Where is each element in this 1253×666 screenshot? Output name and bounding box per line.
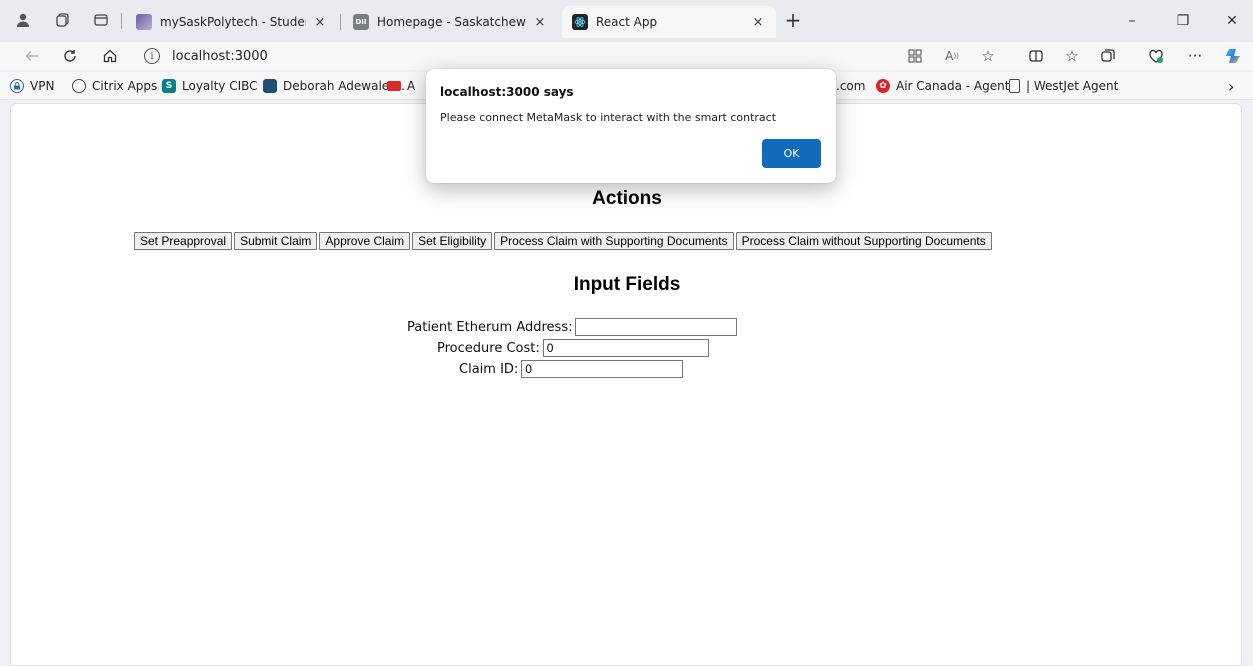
bookmark-label: Loyalty CIBC [182,79,258,93]
page-icon [1009,79,1020,93]
bookmark-label: Air Canada - Agent [896,79,1010,93]
restore-button[interactable]: ❐ [1163,8,1203,34]
bookmark-westjet[interactable]: | WestJet Agent [1009,76,1118,96]
collections-icon[interactable] [1096,44,1120,68]
tab-actions-icon[interactable] [90,9,112,31]
input-fields-heading: Input Fields [573,274,681,295]
procedure-cost-input[interactable]: 0 [542,339,709,357]
claim-id-row: Claim ID: 0 [459,360,684,378]
url-text: localhost:3000 [172,48,268,64]
sharepoint-icon: S [162,79,176,93]
procedure-cost-row: Procedure Cost: 0 [437,339,709,357]
address-bar[interactable]: i localhost:3000 [138,44,1008,68]
more-options-icon[interactable]: ··· [1183,44,1207,68]
bookmark-citrix-apps[interactable]: Citrix Apps [72,76,157,96]
lock-icon [10,79,24,93]
read-aloud-icon[interactable]: A)) [940,44,964,68]
tab-mysaskpolytech[interactable]: mySaskPolytech - Student × [126,6,338,38]
bookmark-label: .com [836,79,866,93]
patient-address-label: Patient Etherum Address: [407,319,573,335]
app-available-icon[interactable] [903,44,927,68]
d2l-favicon-icon: DII [353,14,369,30]
actions-heading: Actions [592,188,662,209]
bookmark-loyalty-cibc[interactable]: S Loyalty CIBC [162,76,258,96]
process-claim-with-docs-button[interactable]: Process Claim with Supporting Documents [494,232,734,250]
profile-icon[interactable] [12,9,34,31]
dialog-title: localhost:3000 says [440,85,574,99]
air-canada-icon: ✿ [876,79,890,93]
dialog-message: Please connect MetaMask to interact with… [440,111,777,124]
patient-address-input[interactable] [575,318,738,336]
tab-label: Homepage - Saskatchewan Polyt [377,15,526,29]
react-favicon-icon [572,14,588,30]
bookmark-com[interactable]: .com [836,76,865,96]
web-page: He Actions Set Preapproval Submit Claim … [10,103,1242,666]
tab-label: React App [596,15,658,29]
tab-label: mySaskPolytech - Student [160,15,306,29]
refresh-icon[interactable] [58,44,82,68]
tab-saskpolytech-homepage[interactable]: DII Homepage - Saskatchewan Polyt × [343,6,558,38]
address-toolbar: i localhost:3000 A)) ☆ ☆ ··· [0,42,1253,70]
favorites-icon[interactable]: ☆ [1060,44,1084,68]
bookmark-favicon-icon [387,81,401,91]
patient-address-row: Patient Etherum Address: [407,318,738,336]
browser-essentials-icon[interactable] [1144,44,1168,68]
bookmark-vpn[interactable]: VPN [10,76,54,96]
procedure-cost-label: Procedure Cost: [437,340,540,356]
ok-button[interactable]: OK [762,139,821,168]
new-tab-button[interactable]: + [780,8,806,34]
bookmark-label: Citrix Apps [92,79,158,93]
split-screen-icon[interactable] [1024,44,1048,68]
tab-strip: mySaskPolytech - Student × DII Homepage … [0,0,1253,42]
set-eligibility-button[interactable]: Set Eligibility [412,232,493,250]
set-preapproval-button[interactable]: Set Preapproval [134,232,233,250]
claim-id-label: Claim ID: [459,361,519,377]
claim-id-input[interactable]: 0 [521,360,684,378]
alert-dialog: localhost:3000 says Please connect MetaM… [426,69,836,183]
citrix-icon [72,79,86,93]
tab-react-app[interactable]: React App × [562,6,776,38]
back-icon[interactable] [20,44,44,68]
bookmarks-more-icon[interactable]: › [1228,76,1234,96]
site-info-icon[interactable]: i [144,48,160,64]
close-tab-icon[interactable]: × [750,15,766,30]
minimize-button[interactable]: – [1112,8,1152,34]
home-icon[interactable] [98,44,122,68]
favorite-star-icon[interactable]: ☆ [976,44,1000,68]
teams-icon [263,79,277,93]
process-claim-without-docs-button[interactable]: Process Claim without Supporting Documen… [735,232,992,250]
bookmark-a[interactable]: A [387,76,415,96]
actions-toolbar: Set Preapproval Submit Claim Approve Cla… [134,232,994,250]
close-window-button[interactable]: ✕ [1212,8,1252,34]
bookmark-air-canada[interactable]: ✿ Air Canada - Agent [876,76,1009,96]
workspaces-icon[interactable] [52,9,74,31]
approve-claim-button[interactable]: Approve Claim [319,232,411,250]
close-tab-icon[interactable]: × [532,15,548,30]
mysaskpolytech-favicon-icon [136,14,152,30]
close-tab-icon[interactable]: × [312,15,328,30]
bookmark-label: | WestJet Agent [1026,79,1119,93]
copilot-icon[interactable] [1222,44,1246,68]
submit-claim-button[interactable]: Submit Claim [234,232,318,250]
separator [121,13,122,29]
bookmark-label: A [407,79,416,93]
tab-divider [340,14,341,30]
bookmark-label: VPN [30,79,55,93]
bookmark-deborah[interactable]: Deborah Adewale-... [263,76,405,96]
